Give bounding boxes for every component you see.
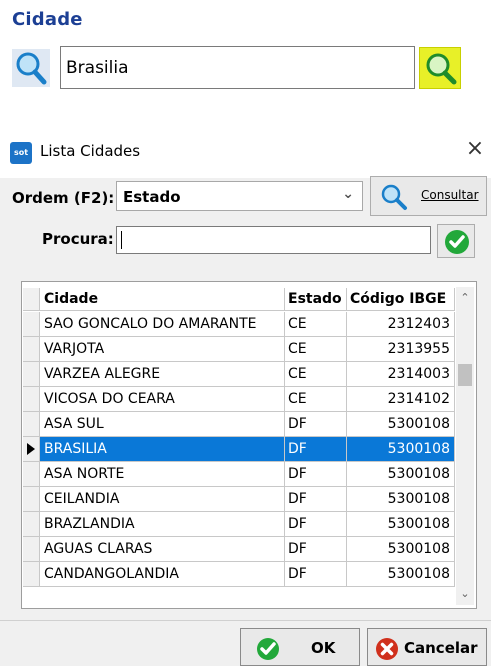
cell-estado: CE <box>285 337 347 361</box>
current-row-arrow-icon <box>27 443 35 455</box>
magnifier-green-icon <box>426 53 457 85</box>
cell-estado: DF <box>285 462 347 486</box>
ok-button[interactable]: OK <box>240 628 360 666</box>
cell-cidade: VARJOTA <box>40 337 285 361</box>
procura-input[interactable] <box>116 226 431 254</box>
table-row[interactable]: VARJOTA CE 2313955 <box>23 337 455 362</box>
row-indicator <box>23 362 40 386</box>
row-indicator <box>23 412 40 436</box>
cell-cidade: BRASILIA <box>40 437 285 461</box>
consultar-label: Consultar <box>421 188 479 202</box>
close-icon[interactable]: × <box>462 136 488 162</box>
cell-estado: DF <box>285 562 347 586</box>
cities-grid[interactable]: Cidade Estado Código IBGE SAO GONCALO DO… <box>21 281 477 609</box>
scroll-down-icon[interactable]: ⌄ <box>456 587 474 601</box>
cell-estado: DF <box>285 512 347 536</box>
cell-ibge: 5300108 <box>347 512 455 536</box>
cell-estado: CE <box>285 362 347 386</box>
dialog-title: Lista Cidades <box>40 142 141 160</box>
check-circle-icon <box>257 638 279 660</box>
confirm-search-button[interactable] <box>437 224 475 258</box>
magnifier-icon <box>16 52 47 85</box>
field-title: Cidade <box>12 9 83 30</box>
cell-estado: DF <box>285 412 347 436</box>
cell-estado: CE <box>285 312 347 336</box>
grid-header: Cidade Estado Código IBGE <box>23 288 455 311</box>
table-row[interactable]: VICOSA DO CEARA CE 2314102 <box>23 387 455 412</box>
row-indicator <box>23 387 40 411</box>
grid-scrollbar[interactable]: ⌃ ⌄ <box>456 287 474 605</box>
table-row[interactable]: CEILANDIA DF 5300108 <box>23 487 455 512</box>
cell-ibge: 5300108 <box>347 537 455 561</box>
table-row[interactable]: ASA SUL DF 5300108 <box>23 412 455 437</box>
search-button[interactable] <box>12 49 50 87</box>
ok-button-label: OK <box>311 639 336 657</box>
ordem-select[interactable]: Estado ⌄ <box>116 181 363 211</box>
table-row[interactable]: ASA NORTE DF 5300108 <box>23 462 455 487</box>
cell-ibge: 2312403 <box>347 312 455 336</box>
footer-divider <box>0 620 491 621</box>
chevron-down-icon: ⌄ <box>342 186 354 202</box>
check-circle-icon <box>445 230 469 254</box>
cell-ibge: 5300108 <box>347 412 455 436</box>
cell-cidade: ASA SUL <box>40 412 285 436</box>
table-row[interactable]: SAO GONCALO DO AMARANTE CE 2312403 <box>23 312 455 337</box>
cell-estado: DF <box>285 537 347 561</box>
cell-ibge: 2313955 <box>347 337 455 361</box>
table-row[interactable]: AGUAS CLARAS DF 5300108 <box>23 537 455 562</box>
row-indicator <box>23 537 40 561</box>
city-input[interactable]: Brasilia <box>60 46 415 89</box>
cell-cidade: AGUAS CLARAS <box>40 537 285 561</box>
row-indicator <box>23 312 40 336</box>
cell-ibge: 2314003 <box>347 362 455 386</box>
cell-cidade: CANDANGOLANDIA <box>40 562 285 586</box>
cell-cidade: CEILANDIA <box>40 487 285 511</box>
cell-cidade: VARZEA ALEGRE <box>40 362 285 386</box>
cancel-button-label: Cancelar <box>404 639 478 657</box>
ordem-value: Estado <box>123 188 181 206</box>
column-header-estado[interactable]: Estado <box>285 288 347 310</box>
row-indicator <box>23 437 40 461</box>
cell-estado: DF <box>285 487 347 511</box>
scroll-thumb[interactable] <box>458 364 472 386</box>
row-indicator <box>23 487 40 511</box>
consultar-button[interactable]: Consultar <box>370 176 487 216</box>
cell-cidade: ASA NORTE <box>40 462 285 486</box>
table-row[interactable]: VARZEA ALEGRE CE 2314003 <box>23 362 455 387</box>
cell-ibge: 2314102 <box>347 387 455 411</box>
row-indicator-header <box>23 288 40 310</box>
row-indicator <box>23 337 40 361</box>
text-caret <box>121 231 122 249</box>
table-row[interactable]: BRASILIA DF 5300108 <box>23 437 455 462</box>
cell-ibge: 5300108 <box>347 462 455 486</box>
cell-estado: DF <box>285 437 347 461</box>
cell-estado: CE <box>285 387 347 411</box>
lookup-button[interactable] <box>419 47 461 89</box>
cell-cidade: SAO GONCALO DO AMARANTE <box>40 312 285 336</box>
cell-ibge: 5300108 <box>347 437 455 461</box>
table-row[interactable]: CANDANGOLANDIA DF 5300108 <box>23 562 455 587</box>
x-circle-icon <box>376 638 398 660</box>
cell-cidade: BRAZLANDIA <box>40 512 285 536</box>
procura-label: Procura: <box>42 230 114 248</box>
column-header-ibge[interactable]: Código IBGE <box>347 288 455 310</box>
table-row[interactable]: BRAZLANDIA DF 5300108 <box>23 512 455 537</box>
cell-ibge: 5300108 <box>347 562 455 586</box>
row-indicator <box>23 462 40 486</box>
scroll-up-icon[interactable]: ⌃ <box>456 291 474 305</box>
app-icon: sot <box>10 142 32 164</box>
column-header-cidade[interactable]: Cidade <box>40 288 285 310</box>
row-indicator <box>23 512 40 536</box>
cell-cidade: VICOSA DO CEARA <box>40 387 285 411</box>
cancel-button[interactable]: Cancelar <box>367 628 487 666</box>
row-indicator <box>23 562 40 586</box>
ordem-label: Ordem (F2): <box>12 189 115 207</box>
cell-ibge: 5300108 <box>347 487 455 511</box>
magnifier-icon <box>381 184 407 210</box>
